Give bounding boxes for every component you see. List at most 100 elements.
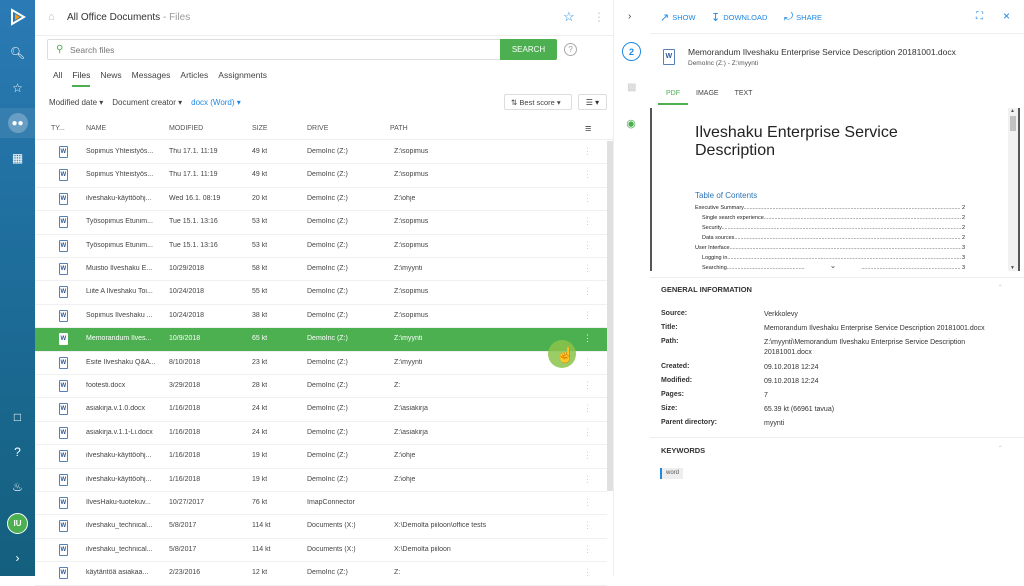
download-button[interactable]: ↧ DOWNLOAD [711, 11, 767, 24]
table-row[interactable]: Sopimus Yhteistyös... Thu 17.1. 11:19 49 k… [35, 164, 607, 188]
expand-preview-icon[interactable]: ⌄ [805, 260, 861, 274]
filter-modified-date[interactable]: Modified date ▾ [49, 98, 103, 107]
tab-assignments[interactable]: Assignments [218, 70, 267, 87]
col-name[interactable]: NAME [86, 125, 106, 132]
table-row[interactable]: Sopimus Ilveshaku ... 10/24/2018 38 kt Demo… [35, 305, 607, 329]
table-row[interactable]: asiakirja.v.1.0.docx 1/16/2018 24 kt DemoIn… [35, 398, 607, 422]
row-menu-icon[interactable]: ⋮ [583, 240, 592, 251]
document-preview[interactable]: Ilveshaku Enterprise Service Description… [650, 108, 1020, 271]
table-row[interactable]: ilveshaku_technical... 5/8/2017 114 kt Docu… [35, 515, 607, 539]
collapse-preview-icon[interactable]: › [628, 11, 631, 22]
table-row[interactable]: asiakirja.v.1.1-Li.docx 1/16/2018 24 kt Dem… [35, 422, 607, 446]
col-size[interactable]: SIZE [252, 125, 268, 132]
col-drive[interactable]: DRIVE [307, 125, 328, 132]
row-menu-icon[interactable]: ⋮ [583, 169, 592, 180]
row-menu-icon[interactable]: ⋮ [583, 357, 592, 368]
column-settings-icon[interactable]: ≡ [585, 123, 591, 135]
table-row[interactable]: Sopimus Yhteistyös... Thu 17.1. 11:19 49 k… [35, 141, 607, 165]
collapse-caret-icon[interactable]: ˆ [999, 284, 1002, 293]
table-row[interactable]: Työsopimus Etunim... Tue 15.1. 13:16 53 kt… [35, 235, 607, 258]
close-icon[interactable]: × [1003, 9, 1010, 23]
row-menu-icon[interactable]: ⋮ [583, 380, 592, 391]
filter-file-type[interactable]: docx (Word) ▾ [191, 98, 241, 107]
sort-select[interactable]: ⇅ Best score ▾ [504, 94, 572, 110]
row-menu-icon[interactable]: ⋮ [583, 193, 592, 204]
table-row[interactable]: Memorandum Ilves... 10/9/2018 65 kt DemoInc… [35, 328, 607, 352]
nav-apps-icon[interactable]: ▦ [0, 143, 35, 173]
more-options-icon[interactable]: ⋮ [593, 10, 605, 24]
toc-entry-text: User Interface [695, 245, 730, 251]
search-input[interactable] [70, 42, 470, 57]
row-menu-icon[interactable]: ⋮ [583, 497, 592, 508]
tab-text[interactable]: TEXT [727, 86, 761, 105]
row-menu-icon[interactable]: ⋮ [583, 146, 592, 157]
row-menu-icon[interactable]: ⋮ [583, 333, 592, 344]
row-menu-icon[interactable]: ⋮ [583, 403, 592, 414]
word-file-icon [59, 286, 68, 299]
nav-people-icon[interactable]: ●● [0, 108, 35, 138]
table-row[interactable]: IlvesHaku-tuotekuv... 10/27/2017 76 kt Imap… [35, 492, 607, 516]
table-row[interactable]: ilveshaku-käyttöohj... 1/16/2018 19 kt Demo… [35, 445, 607, 469]
row-menu-icon[interactable]: ⋮ [583, 216, 592, 227]
table-row[interactable]: footesti.docx 3/29/2018 28 kt DemoInc (Z:) Z… [35, 375, 607, 399]
nav-feedback-icon[interactable]: □ [0, 402, 35, 432]
row-menu-icon[interactable]: ⋮ [583, 544, 592, 555]
show-button[interactable]: ↗ SHOW [660, 11, 696, 24]
nav-notifications-icon[interactable]: ♨ [0, 472, 35, 502]
preview-eye-icon[interactable]: ◉ [620, 113, 642, 133]
table-row[interactable]: Liite A Ilveshaku Toi... 10/24/2018 55 kt D… [35, 281, 607, 305]
col-modified[interactable]: MODIFIED [169, 125, 203, 132]
keyword-tag[interactable]: word [660, 468, 684, 479]
tab-all[interactable]: All [53, 70, 62, 87]
nav-search-icon[interactable]: 🔍︎ [0, 38, 35, 68]
table-row[interactable]: ilveshaku-käyttöohj... 1/16/2018 19 kt Demo… [35, 469, 607, 492]
row-menu-icon[interactable]: ⋮ [583, 310, 592, 321]
scroll-down-icon[interactable]: ▼ [1010, 265, 1015, 271]
view-mode-select[interactable]: ☰ ▾ [578, 94, 607, 110]
tab-files[interactable]: Files [72, 70, 91, 87]
row-menu-icon[interactable]: ⋮ [583, 450, 592, 461]
row-menu-icon[interactable]: ⋮ [583, 520, 592, 531]
table-row[interactable]: Työsopimus Etunim... Tue 15.1. 13:16 53 kt… [35, 211, 607, 235]
nav-help-icon[interactable]: ? [0, 437, 35, 467]
cell-size: 49 kt [252, 171, 268, 179]
word-file-icon [59, 543, 68, 556]
preview-scroll-thumb[interactable] [1010, 116, 1016, 131]
search-button[interactable]: SEARCH [500, 39, 557, 60]
row-menu-icon[interactable]: ⋮ [583, 427, 592, 438]
tab-news[interactable]: News [100, 70, 121, 87]
table-row[interactable]: käytäntöä asiakaa... 2/23/2016 12 kt DemoIn… [35, 562, 607, 586]
count-badge[interactable]: 2 [622, 42, 641, 61]
tab-image[interactable]: IMAGE [688, 86, 727, 105]
row-menu-icon[interactable]: ⋮ [583, 263, 592, 274]
general-information-heading[interactable]: GENERAL INFORMATION [661, 285, 752, 294]
keywords-heading[interactable]: KEYWORDS [661, 446, 705, 455]
user-avatar[interactable]: IU [7, 513, 28, 534]
col-path[interactable]: PATH [390, 125, 408, 132]
table-row[interactable]: Muistio Ilveshaku E... 10/29/2018 58 kt Dem… [35, 258, 607, 282]
col-type[interactable]: TY... [51, 125, 65, 132]
preview-scrollbar[interactable]: ▲ ▼ [1008, 108, 1018, 271]
tab-pdf[interactable]: PDF [658, 86, 688, 105]
nav-expand-icon[interactable]: › [0, 543, 35, 573]
fullscreen-icon[interactable]: ⛶ [976, 11, 983, 22]
table-row[interactable]: Esite Ilveshaku Q&A... 8/10/2018 23 kt Demo… [35, 352, 607, 375]
share-button[interactable]: ⤾ SHARE [784, 11, 822, 24]
app-logo-icon[interactable] [9, 8, 27, 26]
keywords-caret-icon[interactable]: ˆ [999, 445, 1002, 454]
row-menu-icon[interactable]: ⋮ [583, 474, 592, 485]
home-icon[interactable]: ⌂ [48, 11, 60, 23]
table-row[interactable]: ilveshaku-käyttöohj... Wed 16.1. 08:19 20 … [35, 188, 607, 212]
tab-articles[interactable]: Articles [180, 70, 208, 87]
table-row[interactable]: ilveshaku_technical... 5/8/2017 114 kt Docu… [35, 539, 607, 563]
tab-messages[interactable]: Messages [132, 70, 171, 87]
row-menu-icon[interactable]: ⋮ [583, 567, 592, 578]
help-icon[interactable]: ? [564, 43, 577, 56]
favorite-star-icon[interactable]: ☆ [563, 9, 575, 25]
filter-document-creator[interactable]: Document creator ▾ [112, 98, 182, 107]
statistics-icon[interactable]: ▩ [627, 82, 636, 93]
scroll-up-icon[interactable]: ▲ [1010, 108, 1015, 114]
nav-favorites-icon[interactable]: ☆ [0, 73, 35, 103]
cell-name: käytäntöä asiakaa... [86, 569, 149, 577]
row-menu-icon[interactable]: ⋮ [583, 286, 592, 297]
